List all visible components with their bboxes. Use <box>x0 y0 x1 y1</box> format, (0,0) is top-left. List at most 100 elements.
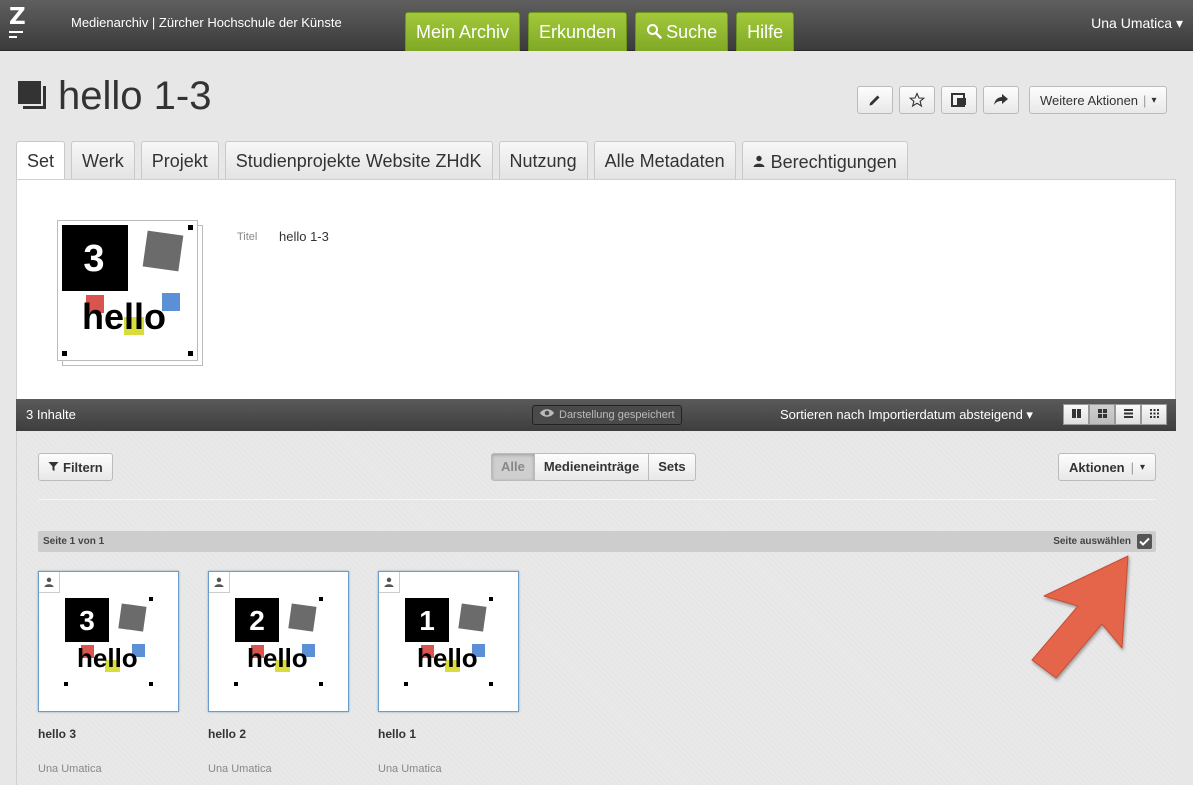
tab-set[interactable]: Set <box>16 141 66 181</box>
more-actions-label: Weitere Aktionen <box>1040 92 1139 108</box>
thumbnail-image: 3 hello <box>62 225 193 356</box>
tab-label: Set <box>27 151 55 171</box>
nav-mein-archiv[interactable]: Mein Archiv <box>405 12 521 51</box>
meta-value-titel: hello 1-3 <box>279 229 329 244</box>
page-title: hello 1-3 <box>58 74 212 118</box>
thumb-digit: 1 <box>419 605 435 636</box>
item-owner: Una Umatica <box>38 763 102 775</box>
folder-in-icon <box>951 93 967 107</box>
type-filter-sets[interactable]: Sets <box>649 453 696 481</box>
sort-dropdown[interactable]: Sortieren nach Importierdatum absteigend… <box>780 407 1033 423</box>
nav-label: Hilfe <box>747 22 784 42</box>
item-owner: Una Umatica <box>378 763 442 775</box>
page-label: Seite 1 von 1 <box>43 536 105 547</box>
star-icon <box>909 92 925 108</box>
chevron-down-icon: ▾ <box>1140 461 1146 473</box>
item-title[interactable]: hello 3 <box>38 727 76 741</box>
list-icon <box>1123 406 1134 424</box>
select-page-label: Seite auswählen <box>1053 536 1131 547</box>
thumb-digit: 3 <box>79 605 95 636</box>
listing-bar: 3 Inhalte Darstellung gespeichert Sortie… <box>16 399 1176 431</box>
thumb-word: hello <box>82 296 166 337</box>
item-title[interactable]: hello 1 <box>378 727 416 741</box>
thumb-word: hello <box>247 643 308 673</box>
add-to-set-button[interactable] <box>941 86 977 114</box>
tab-label: Studienprojekte Website ZHdK <box>235 151 482 171</box>
chevron-down-icon: ▾ <box>1151 94 1157 106</box>
tab-studienprojekte[interactable]: Studienprojekte Website ZHdK <box>224 141 493 180</box>
annotation-arrow-icon <box>1031 555 1129 679</box>
select-page-control[interactable]: Seite auswählen <box>1053 534 1152 549</box>
view-list-button[interactable] <box>1115 404 1141 425</box>
checkmark-icon[interactable] <box>1137 534 1152 549</box>
item-owner: Una Umatica <box>208 763 272 775</box>
main-nav: Mein Archiv Erkunden Suche Hilfe <box>405 12 795 53</box>
view-columns-button[interactable] <box>1063 404 1089 425</box>
type-filter-medieneintraege[interactable]: Medieneinträge <box>534 453 650 481</box>
user-icon <box>209 572 230 593</box>
actions-button[interactable]: Aktionen | ▾ <box>1058 453 1157 481</box>
view-grid-button[interactable] <box>1089 404 1115 425</box>
share-button[interactable] <box>983 86 1019 114</box>
item-thumbnail[interactable]: 2 hello <box>208 571 349 712</box>
thumb-word: hello <box>417 643 478 673</box>
set-thumbnail[interactable]: 3 hello <box>57 220 203 366</box>
tab-alle-metadaten[interactable]: Alle Metadaten <box>593 141 736 180</box>
user-icon <box>39 572 60 593</box>
brand-title[interactable]: Medienarchiv | Zürcher Hochschule der Kü… <box>71 15 342 30</box>
nav-hilfe[interactable]: Hilfe <box>736 12 795 51</box>
content-area: Filtern Alle Medieneinträge Sets Aktione… <box>16 431 1176 785</box>
tab-werk[interactable]: Werk <box>71 141 135 180</box>
tab-label: Projekt <box>151 151 208 171</box>
nav-suche[interactable]: Suche <box>635 12 729 53</box>
tab-nutzung[interactable]: Nutzung <box>498 141 588 180</box>
view-saved-label: Darstellung gespeichert <box>559 409 675 421</box>
filter-label: Filtern <box>63 459 103 475</box>
tab-projekt[interactable]: Projekt <box>140 141 219 180</box>
set-panel: 3 hello Titel hello 1-3 <box>16 179 1176 399</box>
tab-bar: Set Werk Projekt Studienprojekte Website… <box>16 141 908 181</box>
more-actions-button[interactable]: Weitere Aktionen | ▾ <box>1029 86 1168 114</box>
favorite-button[interactable] <box>899 86 935 114</box>
zhdk-logo[interactable]: Z <box>9 6 29 42</box>
item-thumbnail[interactable]: 3 hello <box>38 571 179 712</box>
user-menu[interactable]: Una Umatica ▾ <box>1091 15 1183 32</box>
view-tiles-button[interactable] <box>1141 404 1167 425</box>
pencil-icon <box>868 93 882 107</box>
view-switcher <box>1063 404 1167 425</box>
view-saved-button[interactable]: Darstellung gespeichert <box>532 405 682 425</box>
type-filter: Alle Medieneinträge Sets <box>491 453 696 481</box>
nav-label: Suche <box>666 22 718 42</box>
item-title[interactable]: hello 2 <box>208 727 246 741</box>
divider <box>38 499 1156 500</box>
logo-letter: Z <box>9 4 26 30</box>
tab-label: Alle Metadaten <box>604 151 725 171</box>
filter-button[interactable]: Filtern <box>38 453 113 481</box>
tab-berechtigungen[interactable]: Berechtigungen <box>741 141 908 180</box>
meta-label-titel: Titel <box>237 231 258 243</box>
tab-label: Werk <box>82 151 124 171</box>
search-icon <box>646 14 662 53</box>
top-bar: Z Medienarchiv | Zürcher Hochschule der … <box>0 0 1193 51</box>
tab-label: Nutzung <box>509 151 577 171</box>
user-icon <box>379 572 400 593</box>
user-icon <box>753 142 765 180</box>
thumb-digit: 3 <box>83 238 104 280</box>
type-filter-alle[interactable]: Alle <box>491 453 535 481</box>
nav-erkunden[interactable]: Erkunden <box>528 12 628 51</box>
share-icon <box>993 93 1009 107</box>
small-grid-icon <box>1149 406 1160 424</box>
nav-label: Mein Archiv <box>416 22 510 42</box>
actions-label: Aktionen <box>1069 459 1125 475</box>
page-bar: Seite 1 von 1 Seite auswählen <box>38 531 1156 552</box>
logo-dash <box>9 36 17 38</box>
thumb-word: hello <box>77 643 138 673</box>
toolbar: Weitere Aktionen | ▾ <box>857 86 1168 114</box>
edit-button[interactable] <box>857 86 893 114</box>
set-icon <box>18 81 46 109</box>
filter-icon <box>48 460 59 475</box>
content-count: 3 Inhalte <box>26 407 76 422</box>
item-thumbnail[interactable]: 1 hello <box>378 571 519 712</box>
thumb-digit: 2 <box>249 605 265 636</box>
title-row: hello 1-3 Weitere Aktionen | ▾ <box>0 51 1193 141</box>
